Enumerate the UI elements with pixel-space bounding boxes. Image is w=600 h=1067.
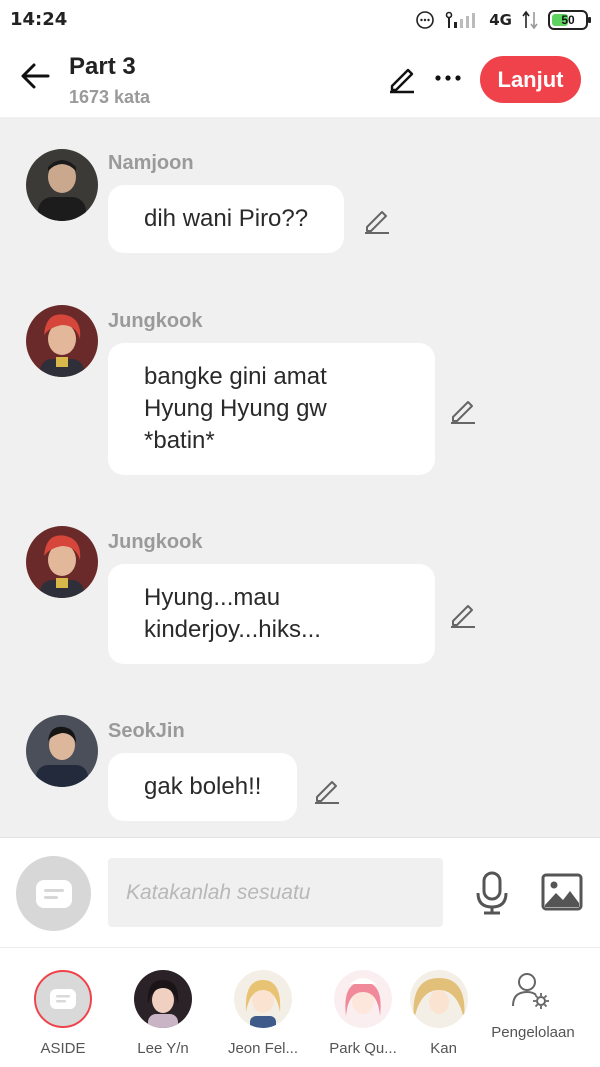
message-bubble[interactable]: dih wani Piro?? [108,185,345,253]
message-line: bangke gini amat [144,363,327,390]
avatar [334,970,392,1028]
character-tab[interactable]: Jeon Fel... [213,948,313,1067]
header: Part 3 1673 kata Lanjut [0,40,600,117]
microphone-icon[interactable] [474,871,510,915]
avatar [134,970,192,1028]
aside-avatar [34,970,92,1028]
avatar[interactable] [26,715,98,787]
character-label: ASIDE [40,1040,86,1057]
notification-dot-icon [416,11,435,29]
character-label: Lee Y/n [137,1040,189,1057]
status-bar: 14:24 4G 50 [0,0,600,40]
message-input[interactable] [108,858,443,927]
battery-indicator: 50 [548,10,591,30]
message-line: gak boleh!! [144,773,262,800]
message-bubble[interactable]: gak boleh!! [108,753,298,821]
more-icon[interactable] [432,62,464,94]
message-line: *batin* [144,427,215,454]
avatar[interactable] [26,305,98,377]
signal-icon [445,11,476,28]
avatar [234,970,292,1028]
sender-name: Jungkook [108,531,203,553]
character-tab[interactable]: Lee Y/n [113,948,213,1067]
pencil-icon[interactable] [312,775,342,805]
avatar[interactable] [26,149,98,221]
message-line: kinderjoy...hiks... [144,616,321,643]
network-type: 4G [489,11,512,29]
word-count: 1673 kata [69,87,151,107]
sender-name: Jungkook [108,310,203,332]
battery-level: 50 [561,13,575,27]
pencil-icon[interactable] [362,205,392,235]
character-label: Kan [430,1040,457,1057]
pencil-icon[interactable] [448,599,478,629]
image-icon[interactable] [541,873,583,911]
character-label: Jeon Fel... [227,1040,299,1057]
chat-bubble-icon [50,989,76,1009]
message-line: dih wani Piro?? [144,205,309,232]
sync-icon [522,10,538,30]
back-arrow-icon[interactable] [18,58,54,94]
character-tab[interactable]: Kan [407,948,468,1067]
manage-label: Pengelolaan [491,1024,575,1041]
pencil-icon[interactable] [448,395,478,425]
manage-button[interactable]: Pengelolaan [478,948,588,1067]
sender-name: Namjoon [108,152,194,174]
message-bubble[interactable]: Hyung...mau kinderjoy...hiks... [108,564,435,664]
sender-name: SeokJin [108,720,185,742]
status-icons: 4G 50 [415,8,591,32]
character-tab-aside[interactable]: ASIDE [13,948,113,1067]
character-bar: ASIDE Lee Y/n Jeon Fel... Park Qu... Kan… [0,947,600,1067]
character-tab[interactable]: Park Qu... [313,948,413,1067]
chat-area: Namjoon dih wani Piro?? Jungkook bangke … [0,117,600,837]
next-button[interactable]: Lanjut [480,56,581,103]
message-bubble[interactable]: bangke gini amat Hyung Hyung gw *batin* [108,343,435,475]
avatar [410,970,468,1028]
character-label: Park Qu... [329,1040,397,1057]
composer [0,837,600,947]
page-title: Part 3 [69,53,136,80]
pencil-icon[interactable] [386,62,418,94]
aside-toggle-button[interactable] [16,856,91,931]
user-settings-icon [512,973,549,1009]
message-line: Hyung...mau [144,584,281,611]
message-line: Hyung Hyung gw [144,395,327,422]
avatar[interactable] [26,526,98,598]
status-time: 14:24 [10,9,68,30]
chat-bubble-icon [35,879,72,908]
